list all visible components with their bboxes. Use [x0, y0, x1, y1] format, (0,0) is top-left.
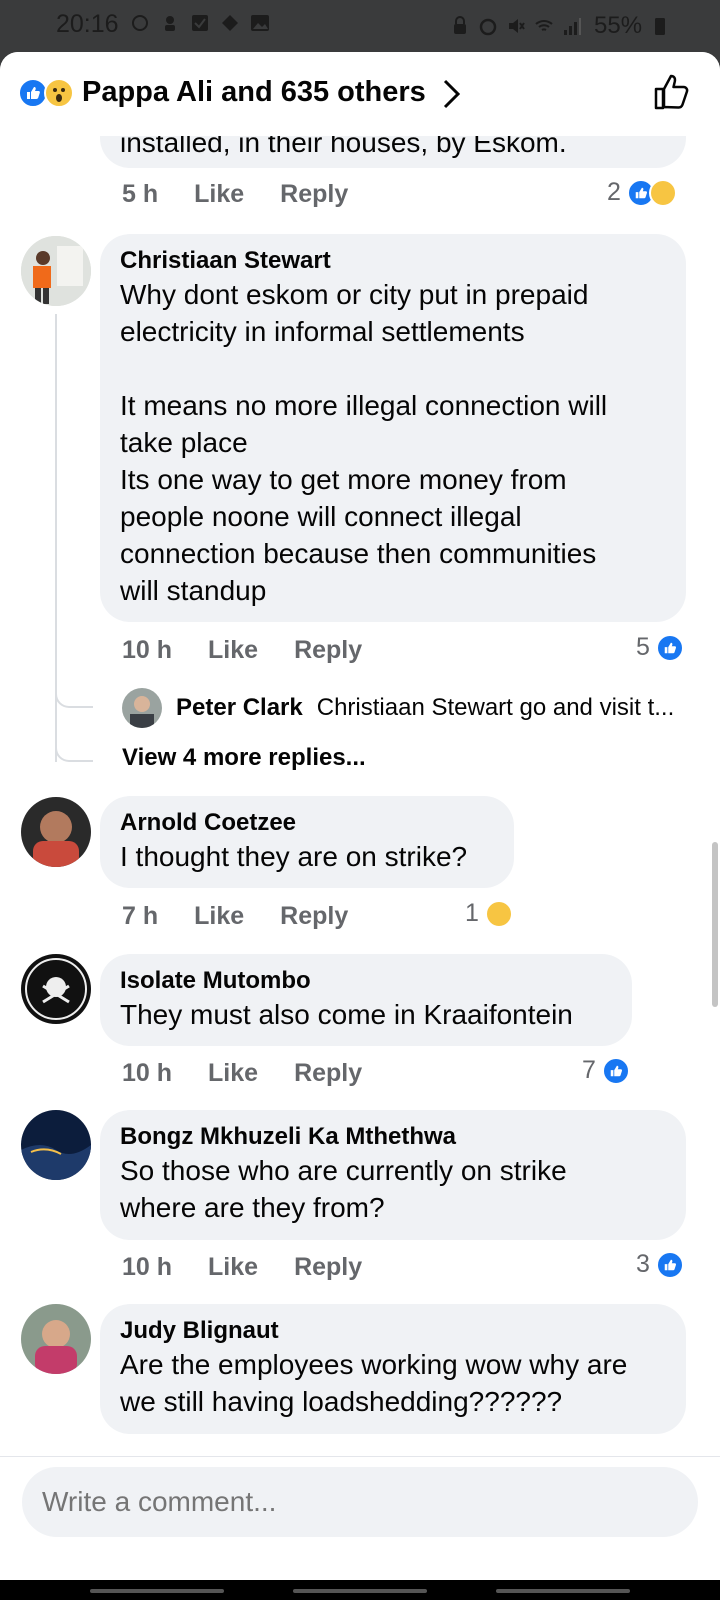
like-reaction-icon [655, 633, 684, 662]
battery-percent: 55% [594, 12, 643, 39]
reply-button[interactable]: Reply [294, 636, 362, 665]
comment-text: Are the employees working wow why are we… [120, 1349, 628, 1417]
status-bar: 20:16 55% [0, 0, 720, 52]
comment-input[interactable] [22, 1467, 698, 1537]
battery-icon [655, 18, 666, 35]
comment-actions: 10 h Like Reply [122, 1253, 362, 1282]
comment-text: installed, in their houses, by Eskom. [120, 136, 567, 158]
mute-icon [509, 19, 525, 33]
like-button[interactable]: Like [208, 636, 258, 665]
comment-author[interactable]: Judy Blignaut [120, 1316, 666, 1346]
thread-branch [55, 730, 93, 762]
reactions-header[interactable]: Pappa Ali and 635 others [0, 52, 720, 136]
system-icons: 55% [450, 12, 670, 40]
alarm-icon [479, 18, 497, 36]
notification-icons [130, 12, 270, 34]
comment-reaction-count[interactable]: 7 [582, 1056, 630, 1085]
comment-author[interactable]: Christiaan Stewart [120, 246, 666, 276]
comment-reaction-count[interactable]: 3 [636, 1250, 684, 1279]
comment-bubble: Arnold Coetzee I thought they are on str… [100, 796, 514, 888]
lock-icon [454, 16, 466, 34]
comment-reaction-count[interactable]: 2 [607, 178, 677, 207]
comments-sheet: Pappa Ali and 635 others installed, in t… [0, 52, 720, 1580]
avatar[interactable] [21, 797, 91, 867]
comment-composer [0, 1456, 720, 1580]
scrollbar-thumb[interactable] [712, 842, 718, 1007]
like-button[interactable]: Like [194, 902, 244, 931]
haha-reaction-icon [484, 899, 513, 928]
nav-back[interactable] [496, 1589, 630, 1593]
reaction-count-number: 3 [636, 1250, 650, 1278]
comment-reaction-count[interactable]: 1 [465, 899, 513, 928]
reaction-count-number: 7 [582, 1056, 596, 1084]
like-button[interactable]: Like [194, 180, 244, 209]
comment-actions: 10 h Like Reply [122, 1059, 362, 1088]
reactions-summary[interactable]: Pappa Ali and 635 others [82, 76, 426, 109]
comment-time: 10 h [122, 1253, 173, 1281]
reaction-count-number: 5 [636, 633, 650, 661]
avatar[interactable] [21, 1304, 91, 1374]
avatar[interactable] [122, 688, 162, 728]
reply-button[interactable]: Reply [280, 902, 348, 931]
system-nav-bar [0, 1580, 720, 1600]
reaction-count-number: 2 [607, 178, 621, 206]
thread-branch [55, 676, 93, 708]
comment-bubble: Christiaan Stewart Why dont eskom or cit… [100, 234, 686, 622]
comment-bubble: installed, in their houses, by Eskom. [100, 136, 686, 168]
comment-time: 5 h [122, 180, 159, 208]
comment-bubble: Bongz Mkhuzeli Ka Mthethwa So those who … [100, 1110, 686, 1240]
comment-author[interactable]: Isolate Mutombo [120, 966, 612, 996]
comment-bubble: Judy Blignaut Are the employees working … [100, 1304, 686, 1434]
avatar[interactable] [21, 954, 91, 1024]
reply-button[interactable]: Reply [280, 180, 348, 209]
like-reaction-icon [655, 1250, 684, 1279]
wow-reaction-icon [44, 78, 74, 108]
nav-recents[interactable] [90, 1589, 224, 1593]
comment-reaction-count[interactable]: 5 [636, 633, 684, 662]
reply-button[interactable]: Reply [294, 1253, 362, 1282]
comment-actions: 5 h Like Reply [122, 180, 348, 209]
sync-icon [132, 15, 148, 31]
like-button[interactable]: Like [208, 1253, 258, 1282]
reply-button[interactable]: Reply [294, 1059, 362, 1088]
like-reaction-icon [601, 1056, 630, 1085]
diamond-arrows-icon [222, 15, 238, 31]
comment-author[interactable]: Arnold Coetzee [120, 808, 494, 838]
reaction-count-number: 1 [465, 899, 479, 927]
nav-home[interactable] [293, 1589, 427, 1593]
comment-bubble: Isolate Mutombo They must also come in K… [100, 954, 632, 1046]
thumbs-up-outline-icon[interactable] [652, 72, 692, 112]
avatar[interactable] [21, 1110, 91, 1180]
avatar[interactable] [21, 236, 91, 306]
reply-preview[interactable]: Peter Clark Christiaan Stewart go and vi… [122, 688, 674, 728]
comment-actions: 10 h Like Reply [122, 636, 362, 665]
comment-text: Why dont eskom or city put in prepaid el… [120, 279, 608, 606]
comment-actions: 7 h Like Reply [122, 902, 348, 931]
checkbox-icon [192, 15, 208, 31]
comment-list: installed, in their houses, by Eskom. 5 … [0, 136, 720, 1456]
app-notification-icon [165, 16, 175, 31]
comment-time: 7 h [122, 902, 159, 930]
comment-time: 10 h [122, 636, 173, 664]
reaction-icons [18, 78, 76, 110]
comment-text: They must also come in Kraaifontein [120, 999, 573, 1030]
comment-author[interactable]: Bongz Mkhuzeli Ka Mthethwa [120, 1122, 666, 1152]
comment-text: I thought they are on strike? [120, 841, 468, 872]
wifi-icon [535, 20, 553, 31]
gallery-icon [251, 15, 269, 31]
comment-time: 10 h [122, 1059, 173, 1087]
signal-icon [564, 18, 581, 35]
chevron-right-icon[interactable] [440, 76, 464, 112]
reply-text: Christiaan Stewart go and visit t... [316, 694, 675, 721]
like-button[interactable]: Like [208, 1059, 258, 1088]
wow-reaction-icon [648, 178, 677, 207]
comment-text: So those who are currently on strike whe… [120, 1155, 567, 1223]
status-time: 20:16 [56, 10, 119, 38]
reply-author[interactable]: Peter Clark [176, 694, 303, 722]
view-more-replies-link[interactable]: View 4 more replies... [122, 744, 366, 772]
